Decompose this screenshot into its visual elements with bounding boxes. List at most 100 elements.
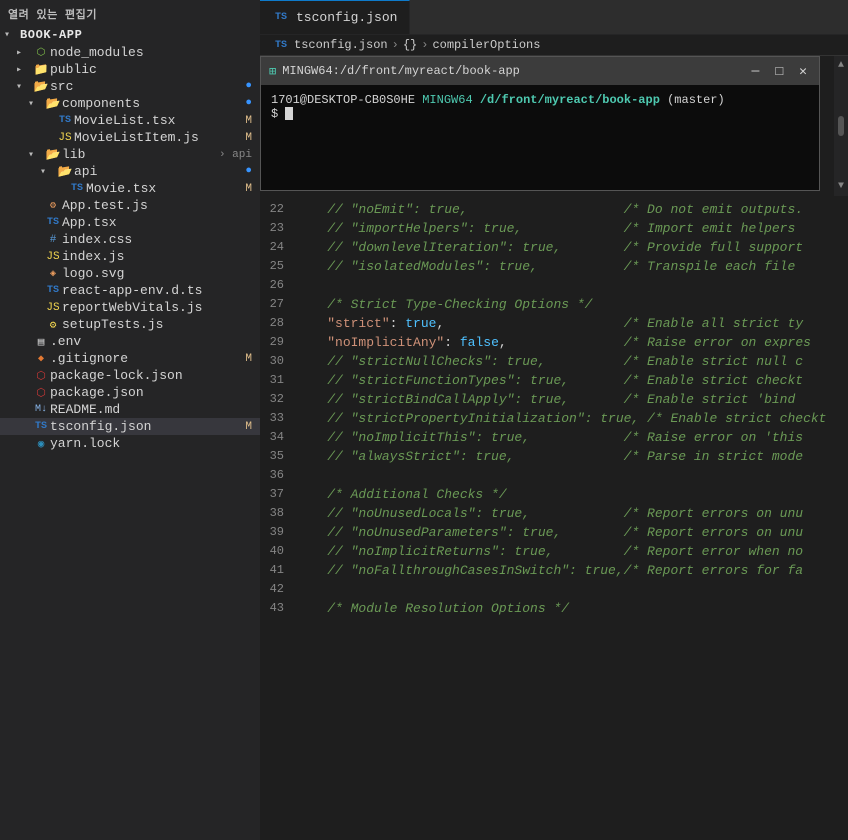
sidebar-item-env[interactable]: ▤ .env xyxy=(0,333,260,350)
ts-icon: TS xyxy=(272,40,290,51)
readme-label: README.md xyxy=(50,402,252,417)
breadcrumb-file: tsconfig.json xyxy=(294,38,388,52)
env-label: .env xyxy=(50,334,252,349)
chevron-down-icon xyxy=(28,98,44,110)
css-icon: # xyxy=(44,234,62,246)
js-icon: JS xyxy=(44,302,62,314)
terminal-controls: ─ □ ✕ xyxy=(748,64,811,79)
terminal-wrapper: { "__compilerOptions__"(truncated) ⊞ MIN… xyxy=(260,56,848,196)
app-tsx-label: App.tsx xyxy=(62,215,252,230)
sidebar-item-readme[interactable]: M↓ README.md xyxy=(0,401,260,418)
sidebar-item-public[interactable]: 📁 public xyxy=(0,61,260,78)
code-line-35: 35 // "alwaysStrict": true, /* Parse in … xyxy=(260,447,848,466)
svg-icon: ◈ xyxy=(44,268,62,280)
chevron-right-icon xyxy=(16,47,32,59)
terminal-path-text: /d/front/myreact/book-app xyxy=(480,93,660,107)
sidebar-item-app-test[interactable]: ⚙ App.test.js xyxy=(0,197,260,214)
code-line-26: 26 xyxy=(260,276,848,295)
terminal-icon: ⊞ xyxy=(269,64,276,79)
terminal-branch: (master) xyxy=(667,93,725,107)
sidebar-item-index-css[interactable]: # index.css xyxy=(0,231,260,248)
terminal-prompt-user: 1701@DESKTOP-CB0S0HE xyxy=(271,93,415,107)
sidebar-item-app-tsx[interactable]: TS App.tsx xyxy=(0,214,260,231)
folder-icon: 📂 xyxy=(44,147,62,162)
tsconfig-label: tsconfig.json xyxy=(50,419,241,434)
sidebar-item-movielistitem-js[interactable]: JS MovieListItem.js M xyxy=(0,129,260,146)
code-line-37: 37 /* Additional Checks */ xyxy=(260,485,848,504)
scroll-up-arrow[interactable]: ▲ xyxy=(838,60,844,71)
code-line-32: 32 // "strictBindCallApply": true, /* En… xyxy=(260,390,848,409)
gitignore-badge: M xyxy=(245,353,252,365)
api-badge: ● xyxy=(245,166,252,177)
code-line-29: 29 "noImplicitAny": false, /* Raise erro… xyxy=(260,333,848,352)
folder-icon: ⬡ xyxy=(32,47,50,59)
ts-icon: TS xyxy=(44,285,62,296)
app-test-label: App.test.js xyxy=(62,198,252,213)
md-icon: M↓ xyxy=(32,404,50,415)
sidebar-item-movie-tsx[interactable]: TS Movie.tsx M xyxy=(0,180,260,197)
sidebar-item-lib[interactable]: 📂 lib › api xyxy=(0,146,260,163)
yarn-icon: ◉ xyxy=(32,437,50,451)
terminal-cursor xyxy=(285,107,293,120)
sidebar-open-editors-header: 열려 있는 편집기 xyxy=(0,0,260,26)
code-line-31: 31 // "strictFunctionTypes": true, /* En… xyxy=(260,371,848,390)
test-icon: ⚙ xyxy=(44,200,62,212)
terminal-close-button[interactable]: ✕ xyxy=(795,64,811,79)
env-icon: ▤ xyxy=(32,335,50,349)
sidebar-item-gitignore[interactable]: ◆ .gitignore M xyxy=(0,350,260,367)
js-icon: JS xyxy=(44,251,62,263)
sidebar-item-logo-svg[interactable]: ◈ logo.svg xyxy=(0,265,260,282)
sidebar-item-node-modules[interactable]: ⬡ node_modules xyxy=(0,44,260,61)
tab-tsconfig[interactable]: TS tsconfig.json xyxy=(260,0,410,34)
terminal-maximize-button[interactable]: □ xyxy=(771,64,787,79)
api-label: api xyxy=(74,164,241,179)
sidebar-item-package-json[interactable]: ⬡ package.json xyxy=(0,384,260,401)
package-json-label: package.json xyxy=(50,385,252,400)
js-icon: ⚙ xyxy=(44,318,62,332)
movielistitem-label: MovieListItem.js xyxy=(74,130,241,145)
folder-icon: 📂 xyxy=(32,79,50,94)
logo-svg-label: logo.svg xyxy=(62,266,252,281)
sidebar-item-src[interactable]: 📂 src ● xyxy=(0,78,260,95)
breadcrumb-sep-1: › xyxy=(392,38,399,52)
sidebar-item-package-lock[interactable]: ⬡ package-lock.json xyxy=(0,367,260,384)
sidebar-item-report-web-vitals[interactable]: JS reportWebVitals.js xyxy=(0,299,260,316)
lib-api-suffix: › api xyxy=(219,149,252,161)
src-label: src xyxy=(50,79,241,94)
code-line-36: 36 xyxy=(260,466,848,485)
code-line-27: 27 /* Strict Type-Checking Options */ xyxy=(260,295,848,314)
scroll-down-arrow[interactable]: ▼ xyxy=(838,181,844,192)
js-icon: JS xyxy=(56,132,74,144)
sidebar-item-components[interactable]: 📂 components ● xyxy=(0,95,260,112)
book-app-label: BOOK-APP xyxy=(20,28,82,42)
terminal-line-1: 1701@DESKTOP-CB0S0HE MINGW64 /d/front/my… xyxy=(271,93,809,107)
code-line-30: 30 // "strictNullChecks": true, /* Enabl… xyxy=(260,352,848,371)
movie-tsx-label: Movie.tsx xyxy=(86,181,241,196)
node-modules-label: node_modules xyxy=(50,45,252,60)
terminal-title: ⊞ MINGW64:/d/front/myreact/book-app xyxy=(269,64,520,79)
book-app-root[interactable]: BOOK-APP xyxy=(0,26,260,44)
code-line-24: 24 // "downlevelIteration": true, /* Pro… xyxy=(260,238,848,257)
sidebar-item-react-env[interactable]: TS react-app-env.d.ts xyxy=(0,282,260,299)
components-badge: ● xyxy=(245,98,252,109)
movielist-tsx-label: MovieList.tsx xyxy=(74,113,241,128)
terminal-titlebar: ⊞ MINGW64:/d/front/myreact/book-app ─ □ … xyxy=(261,57,819,85)
breadcrumb: TS tsconfig.json › {} › compilerOptions xyxy=(260,35,848,56)
chevron-down-icon xyxy=(16,81,32,93)
git-icon: ◆ xyxy=(32,353,50,365)
chevron-down-icon xyxy=(4,29,20,41)
sidebar-item-setup-tests[interactable]: ⚙ setupTests.js xyxy=(0,316,260,333)
chevron-down-icon xyxy=(40,166,56,178)
tab-label: tsconfig.json xyxy=(296,10,397,25)
terminal-minimize-button[interactable]: ─ xyxy=(748,64,764,79)
code-line-41: 41 // "noFallthroughCasesInSwitch": true… xyxy=(260,561,848,580)
code-line-23: 23 // "importHelpers": true, /* Import e… xyxy=(260,219,848,238)
sidebar-item-movielist-tsx[interactable]: TS MovieList.tsx M xyxy=(0,112,260,129)
terminal-scrollbar[interactable]: ▲ ▼ xyxy=(834,56,848,196)
ts-icon: TS xyxy=(272,12,290,23)
sidebar-item-yarn-lock[interactable]: ◉ yarn.lock xyxy=(0,435,260,452)
sidebar-item-index-js[interactable]: JS index.js xyxy=(0,248,260,265)
index-css-label: index.css xyxy=(62,232,252,247)
sidebar-item-tsconfig[interactable]: TS tsconfig.json M xyxy=(0,418,260,435)
sidebar-item-api[interactable]: 📂 api ● xyxy=(0,163,260,180)
